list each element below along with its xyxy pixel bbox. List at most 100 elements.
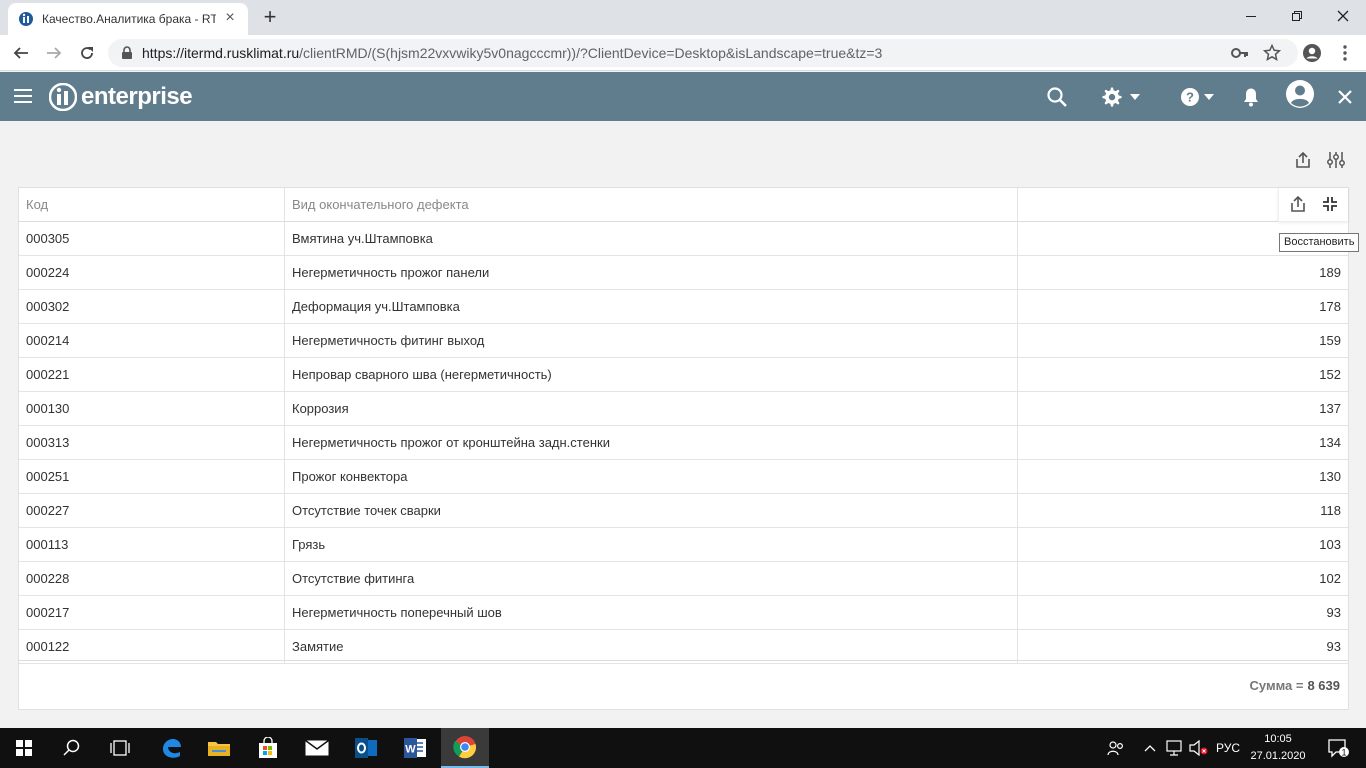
app-favicon-icon <box>19 12 33 26</box>
cell-code: 000221 <box>19 358 285 391</box>
windows-start-icon[interactable] <box>0 728 48 768</box>
cell-count: 102 <box>1319 571 1341 586</box>
taskbar-clock[interactable]: 10:05 27.01.2020 <box>1246 731 1310 765</box>
lock-icon <box>122 46 132 59</box>
cell-defect: Коррозия <box>285 392 1018 425</box>
svg-text:W: W <box>405 744 416 756</box>
cell-code: 000227 <box>19 494 285 527</box>
export-icon[interactable] <box>1292 149 1314 171</box>
tab-close-icon[interactable]: × <box>222 10 238 27</box>
task-view-icon[interactable] <box>96 728 144 768</box>
gear-icon <box>1102 87 1122 107</box>
help-dropdown-button[interactable]: ? <box>1180 84 1214 110</box>
user-avatar-icon[interactable] <box>1285 80 1315 108</box>
edge-browser-icon[interactable] <box>147 728 195 768</box>
chrome-icon[interactable] <box>441 728 489 768</box>
table-row[interactable]: 000214 Негерметичность фитинг выход 159 <box>19 324 1348 358</box>
volume-muted-icon[interactable] <box>1188 728 1210 768</box>
column-header-code[interactable]: Код <box>19 188 285 221</box>
settings-dropdown-button[interactable] <box>1100 84 1140 110</box>
cell-defect: Вмятина уч.Штамповка <box>285 222 1018 255</box>
cell-code: 000313 <box>19 426 285 459</box>
url-text: https://itermd.rusklimat.ru/clientRMD/(S… <box>142 45 882 61</box>
close-window-icon[interactable] <box>1320 0 1366 32</box>
new-tab-icon[interactable]: + <box>258 6 282 30</box>
chevron-down-icon <box>1130 94 1140 100</box>
browser-tab[interactable]: Качество.Аналитика брака - RTF × <box>8 3 248 35</box>
minimize-icon[interactable] <box>1228 0 1274 32</box>
table-row[interactable]: 000227 Отсутствие точек сварки 118 <box>19 494 1348 528</box>
app-logo[interactable]: enterprise <box>49 82 193 112</box>
search-icon[interactable] <box>1046 84 1068 110</box>
cell-code: 000217 <box>19 596 285 629</box>
tray-chevron-up-icon[interactable] <box>1140 728 1160 768</box>
cell-code: 000305 <box>19 222 285 255</box>
key-icon[interactable] <box>1229 42 1251 64</box>
cell-count: 93 <box>1326 639 1341 654</box>
table-row[interactable]: 000313 Негерметичность прожог от кронштей… <box>19 426 1348 460</box>
cell-defect: Негерметичность поперечный шов <box>285 596 1018 629</box>
mail-icon[interactable] <box>293 728 341 768</box>
notifications-bell-icon[interactable] <box>1242 84 1260 110</box>
main-content: Код Вид окончательного дефекта 000305 Вмя… <box>0 121 1366 728</box>
cell-count: 159 <box>1319 333 1341 348</box>
bookmark-star-icon[interactable] <box>1261 42 1283 64</box>
defects-table: Код Вид окончательного дефекта 000305 Вмя… <box>18 187 1349 710</box>
restore-collapse-icon[interactable] <box>1319 193 1341 215</box>
browser-tabstrip: Качество.Аналитика брака - RTF × + <box>0 0 1366 35</box>
profile-icon[interactable] <box>1301 42 1323 64</box>
cell-count: 130 <box>1319 469 1341 484</box>
table-footer: Сумма = 8 639 <box>19 660 1348 709</box>
cell-count: 93 <box>1326 605 1341 620</box>
cell-count: 134 <box>1319 435 1341 450</box>
browser-menu-icon[interactable] <box>1334 42 1356 64</box>
hamburger-menu-icon[interactable] <box>12 86 34 106</box>
clock-time: 10:05 <box>1264 733 1292 745</box>
table-row[interactable]: 000217 Негерметичность поперечный шов 93 <box>19 596 1348 630</box>
back-icon[interactable] <box>7 39 35 67</box>
cell-defect: Негерметичность прожог панели <box>285 256 1018 289</box>
table-row[interactable]: 000251 Прожог конвектора 130 <box>19 460 1348 494</box>
cell-defect: Негерметичность фитинг выход <box>285 324 1018 357</box>
maximize-icon[interactable] <box>1274 0 1320 32</box>
store-icon[interactable] <box>244 728 292 768</box>
cell-code: 000302 <box>19 290 285 323</box>
word-icon[interactable]: W <box>391 728 439 768</box>
table-row[interactable]: 000113 Грязь 103 <box>19 528 1348 562</box>
url-path: /clientRMD/(S(hjsm22vxvwiky5v0nagcccmr))… <box>299 45 883 61</box>
table-row[interactable]: 000122 Замятие 93 <box>19 630 1348 664</box>
reload-icon[interactable] <box>73 39 101 67</box>
outlook-icon[interactable] <box>342 728 390 768</box>
forward-icon[interactable] <box>40 39 68 67</box>
logo-text: enterprise <box>81 83 193 110</box>
cell-defect: Прожог конвектора <box>285 460 1018 493</box>
address-bar[interactable]: https://itermd.rusklimat.ru/clientRMD/(S… <box>108 39 1298 67</box>
table-row[interactable]: 000228 Отсутствие фитинга 102 <box>19 562 1348 596</box>
cell-count: 103 <box>1319 537 1341 552</box>
table-row[interactable]: 000130 Коррозия 137 <box>19 392 1348 426</box>
language-indicator[interactable]: РУС <box>1212 728 1244 768</box>
table-row[interactable]: 000305Вмятина уч.Штамповка232 <box>19 222 1348 256</box>
action-center-icon[interactable]: 1 <box>1318 728 1358 768</box>
table-row[interactable]: 000302 Деформация уч.Штамповка 178 <box>19 290 1348 324</box>
cell-defect: Отсутствие фитинга <box>285 562 1018 595</box>
chevron-down-icon <box>1204 94 1214 100</box>
people-icon[interactable] <box>1104 728 1128 768</box>
table-row[interactable]: 000221 Непровар сварного шва (негерметичн… <box>19 358 1348 392</box>
logo-mark-icon <box>49 83 77 111</box>
cell-code: 000224 <box>19 256 285 289</box>
cell-count: 118 <box>1320 503 1341 518</box>
cell-defect: Негерметичность прожог от кронштейна зад… <box>285 426 1018 459</box>
file-explorer-icon[interactable] <box>195 728 243 768</box>
filter-settings-icon[interactable] <box>1325 149 1347 171</box>
network-icon[interactable] <box>1164 728 1186 768</box>
cell-count: 178 <box>1319 299 1341 314</box>
close-app-icon[interactable] <box>1337 84 1353 110</box>
taskbar-search-icon[interactable] <box>48 728 96 768</box>
sum-label: Сумма = <box>1249 677 1304 693</box>
table-row[interactable]: 000224 Негерметичность прожог панели 189 <box>19 256 1348 290</box>
cell-code: 000122 <box>19 630 285 663</box>
clock-date: 27.01.2020 <box>1250 750 1306 762</box>
grid-export-icon[interactable] <box>1287 193 1309 215</box>
column-header-defect[interactable]: Вид окончательного дефекта <box>285 188 1018 221</box>
